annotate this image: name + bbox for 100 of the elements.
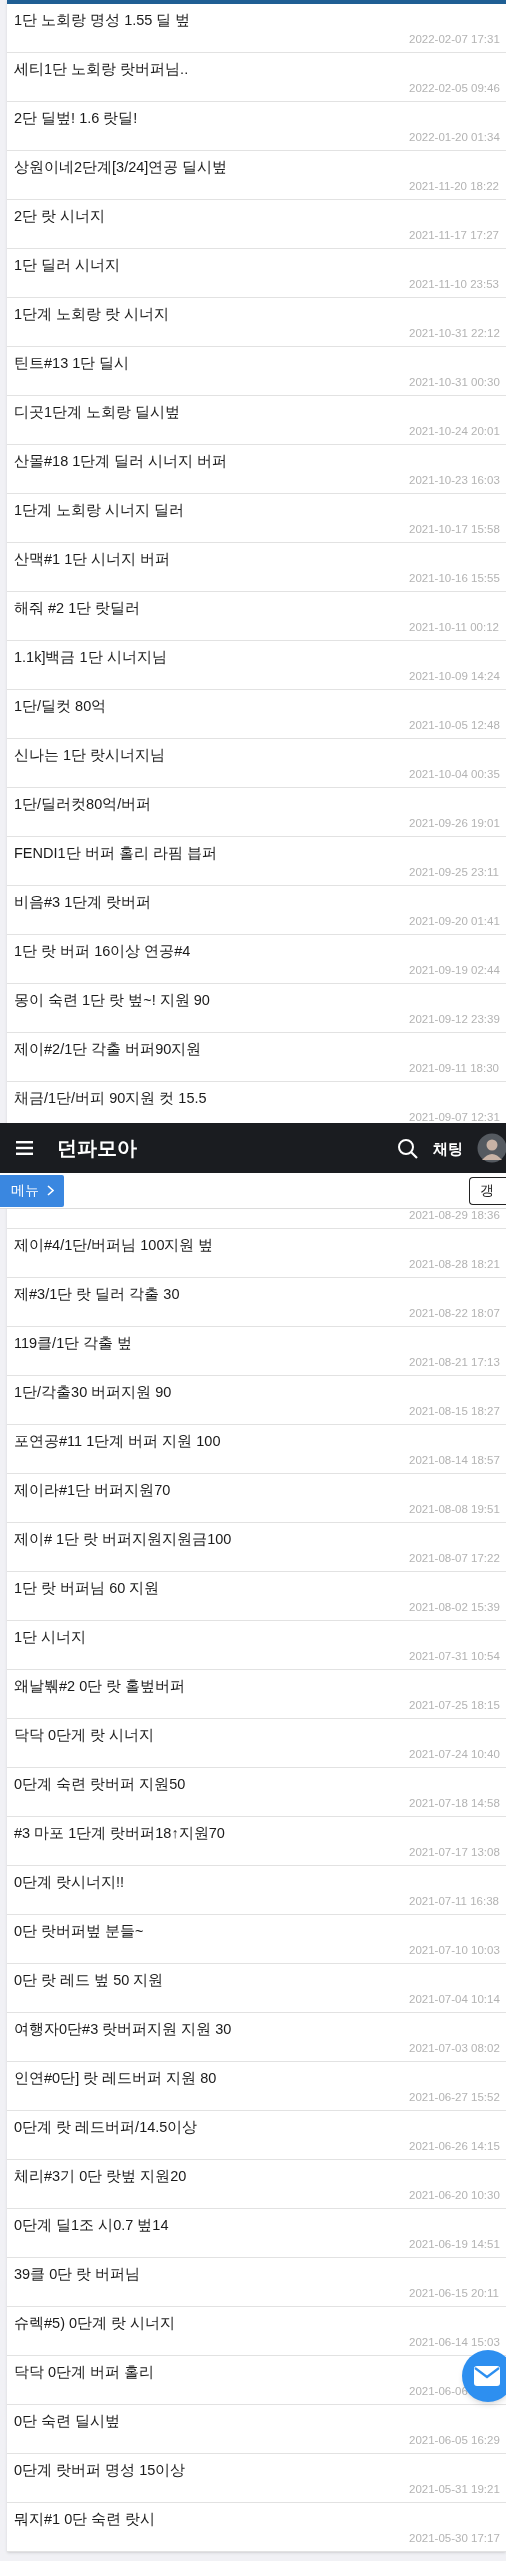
post-date: 2021-09-25 23:11: [409, 865, 500, 879]
post-title[interactable]: 산맥#1 1단 시너지 버퍼: [14, 549, 171, 569]
post-date: 2021-09-07 12:31: [409, 1110, 501, 1124]
post-title[interactable]: 2단 딜벞! 1.6 랏딜!: [14, 108, 138, 128]
post-date: 2021-07-18 14:58: [409, 1796, 501, 1810]
post-date: 2021-10-16 15:55: [409, 571, 501, 585]
post-title[interactable]: 제#3/1단 랏 딜러 각출 30: [14, 1284, 180, 1304]
post-title[interactable]: 0단 랏 레드 벞 50 지원: [14, 1970, 164, 1990]
post-title[interactable]: 0단계 랏버퍼 명성 15이상: [14, 2460, 186, 2480]
post-title[interactable]: 신나는 1단 랏시너지님: [14, 745, 166, 765]
post-title[interactable]: 119클/1단 각출 벞: [14, 1333, 133, 1353]
post-title[interactable]: 슈렉#5) 0단계 랏 시너지: [14, 2313, 176, 2333]
post-date: 2021-10-04 00:35: [409, 767, 501, 781]
post-date: 2021-10-17 15:58: [409, 522, 501, 536]
post-title[interactable]: 1단 노회랑 명성 1.55 딜 벞: [14, 10, 191, 30]
post-title[interactable]: 닥닥 0단게 랏 시너지: [14, 1725, 155, 1745]
post-date: 2021-06-19 14:51: [409, 2237, 501, 2251]
post-date: 2021-07-11 16:38: [409, 1894, 500, 1908]
menu-button[interactable]: 메뉴: [0, 1174, 64, 1207]
post-title[interactable]: 비음#3 1단계 랏버퍼: [14, 892, 152, 912]
post-title[interactable]: 몽이 숙련 1단 랏 벞~! 지원 90: [14, 990, 210, 1010]
post-date: 2022-02-07 17:31: [409, 32, 501, 46]
post-title[interactable]: 상원이네2단계[3/24]연공 딜시벞: [14, 157, 228, 177]
post-title[interactable]: 닥닥 0단계 버퍼 홀리: [14, 2362, 155, 2382]
post-date: 2021-07-25 18:15: [409, 1698, 501, 1712]
chat-link[interactable]: 채팅: [433, 1140, 463, 1156]
post-date: 2021-09-11 18:30: [409, 1061, 500, 1075]
post-date: 2021-08-29 18:36: [409, 1208, 501, 1222]
post-title[interactable]: 디곳1단계 노회랑 딜시벞: [14, 402, 181, 422]
post-title[interactable]: 0단 랏버퍼벞 분들~: [14, 1921, 144, 1941]
envelope-icon: [474, 2366, 500, 2386]
post-date: 2021-11-10 23:53: [409, 277, 500, 291]
post-title[interactable]: 1단/딜러컷80억/버퍼: [14, 794, 152, 814]
post-title[interactable]: 1단 랏 버퍼 16이상 연공#4: [14, 941, 191, 961]
post-date: 2021-09-20 01:41: [409, 914, 501, 928]
post-title[interactable]: 뭐지#1 0단 숙련 랏시: [14, 2509, 156, 2529]
post-date: 2021-05-30 17:17: [409, 2531, 501, 2545]
post-title[interactable]: 0단계 랏시너지!!: [14, 1872, 125, 1892]
post-title[interactable]: 0단계 랏 레드버퍼/14.5이상: [14, 2117, 198, 2137]
post-title[interactable]: 여행자0단#3 랏버퍼지원 지원 30: [14, 2019, 232, 2039]
post-date: 2021-10-11 00:12: [409, 620, 500, 634]
post-title[interactable]: 1단 시너지: [14, 1627, 87, 1647]
post-date: 2021-05-31 19:21: [409, 2482, 501, 2496]
post-date: 2021-08-02 15:39: [409, 1600, 501, 1614]
post-date: 2021-10-31 22:12: [409, 326, 501, 340]
post-title[interactable]: 0단 숙련 딜시벞: [14, 2411, 121, 2431]
post-title[interactable]: 1단 랏 버퍼님 60 지원: [14, 1578, 160, 1598]
post-title[interactable]: 0단계 숙련 랏버퍼 지원50: [14, 1774, 186, 1794]
post-title[interactable]: 제이# 1단 랏 버퍼지원지원금100: [14, 1529, 232, 1549]
post-title[interactable]: 제이라#1단 버퍼지원70: [14, 1480, 171, 1500]
post-date: 2021-07-17 13:08: [409, 1845, 501, 1859]
post-date: 2021-07-03 08:02: [409, 2041, 501, 2055]
post-date: 2021-10-23 16:03: [409, 473, 501, 487]
post-date: 2021-06-14 15:03: [409, 2335, 501, 2349]
post-title[interactable]: 체리#3기 0단 랏벞 지원20: [14, 2166, 187, 2186]
post-title[interactable]: 1단계 노회랑 랏 시너지: [14, 304, 170, 324]
post-title[interactable]: 39클 0단 랏 버퍼님: [14, 2264, 141, 2284]
post-title[interactable]: 1단계 노회랑 시너지 딜러: [14, 500, 185, 520]
post-date: 2021-09-19 02:44: [409, 963, 501, 977]
post-date: 2021-07-04 10:14: [409, 1992, 501, 2006]
post-title[interactable]: 1단 딜러 시너지: [14, 255, 121, 275]
post-date: 2021-10-31 00:30: [409, 375, 501, 389]
post-date: 2021-06-05 16:29: [409, 2433, 501, 2447]
post-date: 2021-08-15 18:27: [409, 1404, 501, 1418]
post-title[interactable]: 해줘 #2 1단 랏딜러: [14, 598, 141, 618]
post-date: 2021-09-12 23:39: [409, 1012, 501, 1026]
post-date: 2021-06-06: [409, 2384, 469, 2398]
post-date: 2021-08-14 18:57: [409, 1453, 501, 1467]
refresh-button[interactable]: 갱: [469, 1176, 506, 1205]
post-title[interactable]: 포연공#11 1단계 버퍼 지원 100: [14, 1431, 221, 1451]
chevron-right-icon: [46, 1185, 54, 1196]
post-title[interactable]: 틴트#13 1단 딜시: [14, 353, 130, 373]
post-title[interactable]: 제이#4/1단/버퍼님 100지원 벞: [14, 1235, 214, 1255]
post-title[interactable]: 왜날붺#2 0단 랏 홀벞버퍼: [14, 1676, 186, 1696]
menu-icon[interactable]: [16, 1141, 33, 1155]
post-date: 2022-02-05 09:46: [409, 81, 501, 95]
post-title[interactable]: 1단/각출30 버퍼지원 90: [14, 1382, 172, 1402]
post-title[interactable]: 2단 랏 시너지: [14, 206, 106, 226]
post-date: 2021-07-10 10:03: [409, 1943, 501, 1957]
post-date: 2021-08-28 18:21: [409, 1257, 501, 1271]
post-title[interactable]: 산몰#18 1단계 딜러 시너지 버퍼: [14, 451, 228, 471]
site-title[interactable]: 던파모아: [57, 1138, 137, 1158]
post-title[interactable]: 제이#2/1단 각출 버퍼90지원: [14, 1039, 202, 1059]
post-title[interactable]: 1.1k]백금 1단 시너지님: [14, 647, 167, 667]
post-date: 2021-08-22 18:07: [409, 1306, 501, 1320]
post-title[interactable]: FENDI1단 버퍼 홀리 라핌 븝퍼: [14, 843, 217, 863]
post-date: 2021-06-20 10:30: [409, 2188, 501, 2202]
post-date: 2021-11-17 17:27: [409, 228, 500, 242]
post-title[interactable]: 세티1단 노회랑 랏버퍼님..: [14, 59, 189, 79]
post-title[interactable]: #3 마포 1단계 랏버퍼18↑지원70: [14, 1823, 225, 1843]
post-title[interactable]: 1단/딜컷 80억: [14, 696, 107, 716]
post-title[interactable]: 0단계 딜1조 시0.7 벞14: [14, 2215, 169, 2235]
post-title[interactable]: 인연#0단] 랏 레드버퍼 지원 80: [14, 2068, 217, 2088]
post-title[interactable]: 채금/1단/버피 90지원 컷 15.5: [14, 1088, 207, 1108]
post-date: 2021-06-26 14:15: [409, 2139, 501, 2153]
post-date: 2021-10-09 14:24: [409, 669, 501, 683]
avatar-icon[interactable]: [477, 1133, 506, 1163]
post-date: 2021-07-31 10:54: [409, 1649, 501, 1663]
search-icon[interactable]: [397, 1137, 418, 1159]
post-date: 2021-10-24 20:01: [409, 424, 501, 438]
